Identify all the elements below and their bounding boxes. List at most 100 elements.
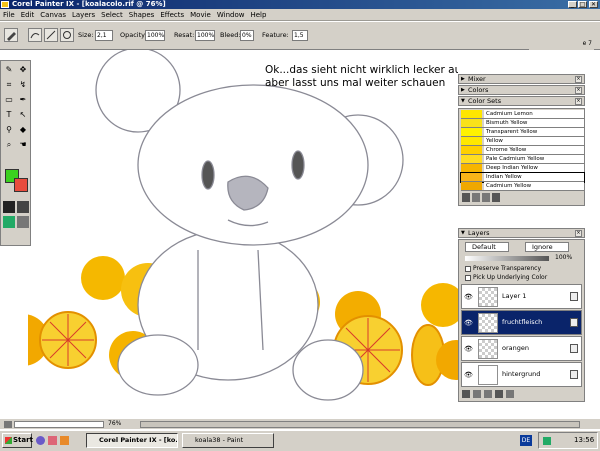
zoom-out-icon[interactable]: [4, 421, 12, 428]
taskbar-painter-button[interactable]: Corel Painter IX - [ko...: [86, 433, 178, 448]
layers-panel-header[interactable]: ▼ Layers ×: [458, 228, 585, 238]
quicklaunch-browser-icon[interactable]: [36, 436, 45, 445]
start-button[interactable]: Start: [2, 433, 33, 448]
select-arrow-icon[interactable]: ↖: [17, 109, 29, 121]
swatch-row[interactable]: Cadmium Lemon: [461, 110, 584, 119]
swatch-row[interactable]: Bismuth Yellow: [461, 119, 584, 128]
add-color-icon[interactable]: [472, 193, 480, 202]
crop-icon[interactable]: ⌗: [3, 79, 15, 91]
menu-file[interactable]: File: [0, 9, 18, 21]
document-tab[interactable]: e 7: [529, 38, 594, 50]
layer-row-selected[interactable]: 👁 fruchtfleisch: [461, 310, 582, 335]
swatch-name: Bismuth Yellow: [484, 119, 584, 127]
swatch-name: Transparent Yellow: [484, 128, 584, 136]
hand-icon[interactable]: ☚: [17, 139, 29, 151]
menu-help[interactable]: Help: [247, 9, 269, 21]
secondary-color-swatch[interactable]: [14, 178, 28, 192]
reset-tool-icon[interactable]: [60, 28, 74, 42]
dynamic-plugins-icon[interactable]: [473, 390, 481, 398]
menu-canvas[interactable]: Canvas: [37, 9, 69, 21]
new-layer-icon[interactable]: [495, 390, 503, 398]
eye-icon[interactable]: 👁: [464, 371, 473, 379]
close-button[interactable]: ✕: [589, 1, 598, 8]
pick-up-color-checkbox[interactable]: Pick Up Underlying Color: [465, 274, 547, 281]
paper-selector-icon[interactable]: [3, 201, 15, 213]
weaving-selector-icon[interactable]: [17, 216, 29, 228]
close-icon[interactable]: ×: [575, 76, 582, 83]
layer-commands-icon[interactable]: [462, 390, 470, 398]
eye-icon[interactable]: 👁: [464, 293, 473, 301]
menu-window[interactable]: Window: [214, 9, 248, 21]
swatch-name: Yellow: [484, 137, 584, 145]
eraser-icon[interactable]: ◆: [17, 124, 29, 136]
horizontal-scrollbar[interactable]: [140, 421, 580, 428]
menu-layers[interactable]: Layers: [69, 9, 98, 21]
color-set-library-icon[interactable]: [462, 193, 470, 202]
swatch-row[interactable]: Yellow: [461, 137, 584, 146]
swatch-row[interactable]: Chrome Yellow: [461, 146, 584, 155]
brush-icon[interactable]: ✎: [3, 64, 15, 76]
swatch-name: Deep Indian Yellow: [484, 164, 584, 172]
quicklaunch-media-icon[interactable]: [48, 436, 57, 445]
layer-row[interactable]: 👁 orangen: [461, 336, 582, 361]
language-indicator[interactable]: DE: [520, 435, 532, 446]
stroke-type-straight-icon[interactable]: [44, 28, 58, 42]
menu-effects[interactable]: Effects: [157, 9, 187, 21]
swatch-row[interactable]: Pale Cadmium Yellow: [461, 155, 584, 164]
swatch-row[interactable]: Cadmium Yellow: [461, 182, 584, 191]
close-icon[interactable]: ×: [575, 230, 582, 237]
feature-label: Feature:: [262, 31, 289, 39]
tray-icon[interactable]: [543, 437, 551, 445]
layer-row[interactable]: 👁 Layer 1: [461, 284, 582, 309]
composite-method-dropdown[interactable]: Default: [465, 242, 509, 252]
drawing-canvas[interactable]: Ok...das sieht nicht wirklich lecker aus…: [28, 50, 458, 406]
colors-panel-header[interactable]: ▶ Colors ×: [458, 85, 585, 95]
gradient-selector-icon[interactable]: [3, 216, 15, 228]
maximize-button[interactable]: □: [578, 1, 587, 8]
color-sets-panel-header[interactable]: ▼ Color Sets ×: [458, 96, 585, 106]
bleed-label: Bleed:: [220, 31, 241, 39]
layer-mask-icon[interactable]: [484, 390, 492, 398]
minimize-button[interactable]: _: [568, 1, 577, 8]
stroke-type-freehand-icon[interactable]: [28, 28, 42, 42]
quicklaunch-app-icon[interactable]: [60, 436, 69, 445]
bleed-field[interactable]: 0%: [240, 30, 254, 41]
swatch-row[interactable]: Deep Indian Yellow: [461, 164, 584, 173]
eye-icon[interactable]: 👁: [464, 345, 473, 353]
close-icon[interactable]: ×: [575, 87, 582, 94]
preserve-transparency-checkbox[interactable]: Preserve Transparency: [465, 265, 541, 272]
menu-edit[interactable]: Edit: [18, 9, 38, 21]
delete-color-icon[interactable]: [482, 193, 490, 202]
close-icon[interactable]: ×: [575, 98, 582, 105]
menu-movie[interactable]: Movie: [187, 9, 214, 21]
pattern-selector-icon[interactable]: [17, 201, 29, 213]
start-label: Start: [13, 436, 33, 444]
mixer-panel-header[interactable]: ▶ Mixer ×: [458, 74, 585, 84]
pen-icon[interactable]: ✒: [17, 94, 29, 106]
taskbar-paint-button[interactable]: koala38 - Paint: [182, 433, 274, 448]
swatch-chip: [461, 146, 482, 154]
lasso-icon[interactable]: ↯: [17, 79, 29, 91]
composite-depth-dropdown[interactable]: Ignore: [525, 242, 569, 252]
size-field[interactable]: 2,1: [95, 30, 113, 41]
painter-app-icon: [1, 1, 9, 8]
brush-preset-icon[interactable]: [4, 28, 18, 42]
zoom-slider[interactable]: [14, 421, 104, 428]
dropper-icon[interactable]: ⚲: [3, 124, 15, 136]
text-icon[interactable]: T: [3, 109, 15, 121]
move-icon[interactable]: ✥: [17, 64, 29, 76]
swatch-row[interactable]: Transparent Yellow: [461, 128, 584, 137]
resat-field[interactable]: 100%: [195, 30, 215, 41]
opacity-field[interactable]: 100%: [145, 30, 165, 41]
eye-icon[interactable]: 👁: [464, 319, 473, 327]
layer-row[interactable]: 👁 hintergrund: [461, 362, 582, 387]
magnifier-icon[interactable]: ⌕: [3, 139, 15, 151]
find-color-icon[interactable]: [492, 193, 500, 202]
swatch-row-selected[interactable]: Indian Yellow: [460, 172, 585, 183]
delete-layer-icon[interactable]: [506, 390, 514, 398]
rect-select-icon[interactable]: ▭: [3, 94, 15, 106]
menu-select[interactable]: Select: [98, 9, 126, 21]
opacity-slider[interactable]: [465, 256, 549, 261]
feature-field[interactable]: 1,5: [292, 30, 308, 41]
menu-shapes[interactable]: Shapes: [126, 9, 158, 21]
